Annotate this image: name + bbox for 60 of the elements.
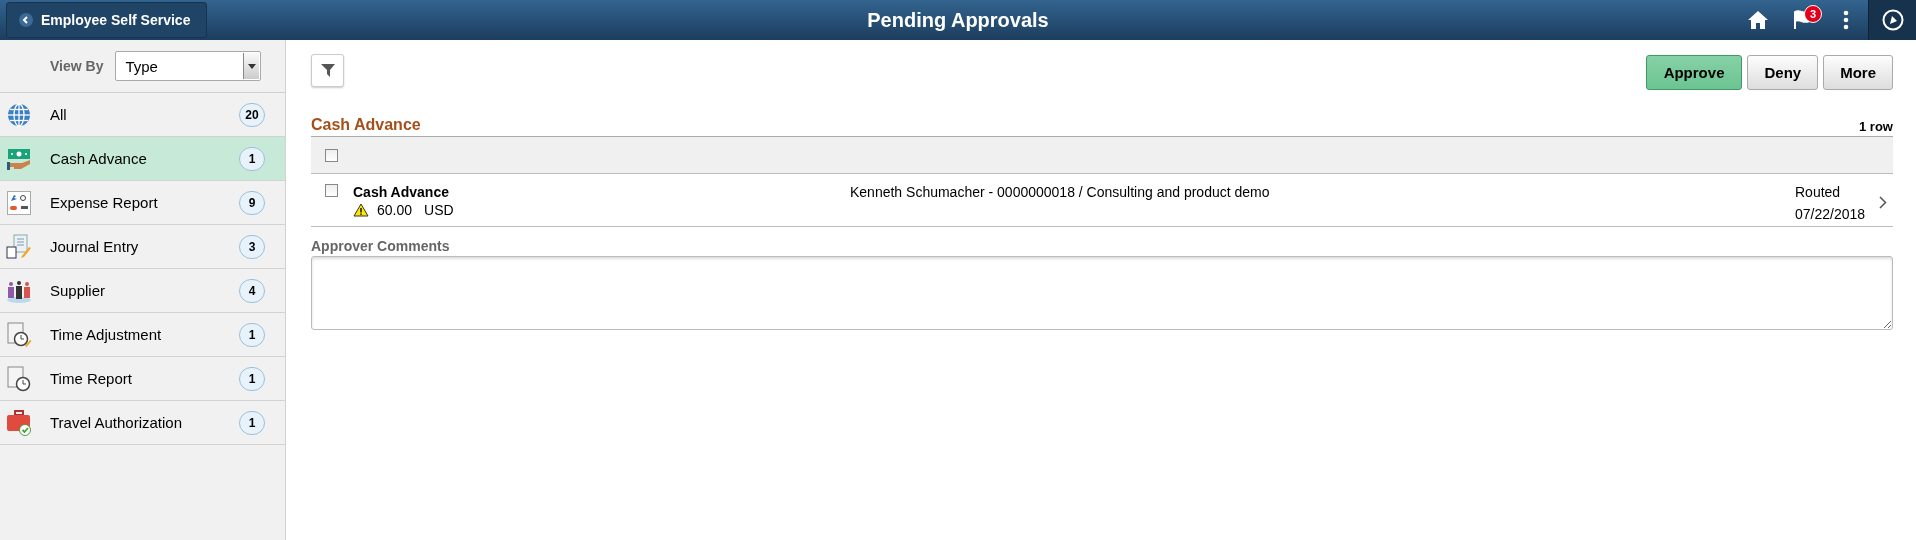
date: 07/22/2018 <box>1795 206 1867 222</box>
compass-icon <box>1881 9 1904 31</box>
back-icon <box>19 13 33 27</box>
page-title: Pending Approvals <box>867 8 1049 32</box>
sidebar-item[interactable]: Supplier 4 <box>0 269 285 313</box>
comments-field[interactable] <box>311 256 1893 330</box>
view-by-dropdown[interactable]: Type <box>115 51 262 81</box>
globe-icon <box>6 101 32 128</box>
item-label: Cash Advance <box>50 150 148 167</box>
request-type: Cash Advance <box>353 184 450 200</box>
section-title: Cash Advance <box>311 116 421 134</box>
sidebar-item[interactable]: Journal Entry 3 <box>0 225 285 269</box>
back-button[interactable]: Employee Self Service <box>6 2 208 38</box>
home-icon <box>1747 10 1769 30</box>
count-badge: 1 <box>239 322 265 347</box>
select-all-checkbox[interactable] <box>325 148 338 162</box>
expense-icon <box>6 189 32 216</box>
view-by-label: View By <box>50 58 104 74</box>
item-label: Supplier <box>50 282 107 299</box>
clock-document-icon <box>6 321 32 348</box>
briefcase-check-icon <box>6 409 32 436</box>
action-button[interactable]: Deny <box>1747 55 1819 90</box>
sidebar-item[interactable]: Cash Advance 1 <box>0 137 285 181</box>
count-badge: 3 <box>239 234 265 259</box>
action-button[interactable]: Approve <box>1645 55 1743 90</box>
warning-icon <box>353 203 369 217</box>
count-badge: 20 <box>239 102 265 127</box>
action-button[interactable]: More <box>1823 55 1893 90</box>
amount: 60.00 <box>377 202 413 218</box>
document-calculator-icon <box>6 233 32 260</box>
more-icon <box>1843 10 1849 30</box>
sidebar-item[interactable]: Time Adjustment 1 <box>0 313 285 357</box>
item-label: Expense Report <box>50 194 159 211</box>
count-badge: 4 <box>239 278 265 303</box>
status: Routed <box>1795 184 1842 200</box>
count-badge: 1 <box>239 366 265 391</box>
item-label: Time Adjustment <box>50 326 163 343</box>
item-label: All <box>50 106 68 123</box>
row-checkbox[interactable] <box>325 184 338 197</box>
notifications-button[interactable]: 3 <box>1780 0 1824 40</box>
sidebar-item[interactable]: Expense Report 9 <box>0 181 285 225</box>
comments-label: Approver Comments <box>311 238 451 254</box>
navbar-button[interactable] <box>1868 0 1916 40</box>
row-count: 1 row <box>1859 119 1893 134</box>
item-label: Journal Entry <box>50 238 140 255</box>
item-label: Time Report <box>50 370 133 387</box>
sidebar-item[interactable]: Time Report 1 <box>0 357 285 401</box>
item-label: Travel Authorization <box>50 414 183 431</box>
clock-document-icon <box>6 365 32 392</box>
filter-icon <box>320 64 335 77</box>
caret-icon <box>247 63 256 69</box>
currency: USD <box>424 202 454 218</box>
count-badge: 9 <box>239 190 265 215</box>
request-description: Kenneth Schumacher - 0000000018 / Consulting and product demo <box>850 184 1271 200</box>
count-badge: 1 <box>239 410 265 435</box>
sidebar-item[interactable]: Travel Authorization 1 <box>0 401 285 445</box>
count-badge: 1 <box>239 146 265 171</box>
chevron-right-icon[interactable] <box>1879 196 1887 209</box>
notification-badge: 3 <box>1804 5 1822 23</box>
filter-button[interactable] <box>311 54 344 87</box>
